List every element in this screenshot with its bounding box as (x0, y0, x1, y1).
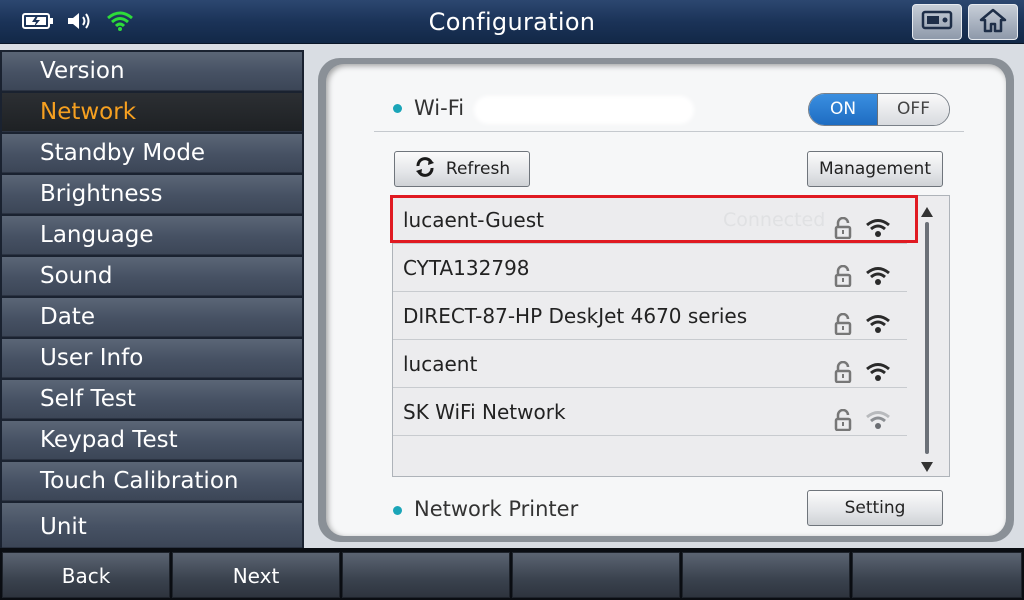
wifi-label: Wi-Fi (414, 96, 465, 120)
sidebar-item-standby-mode[interactable]: Standby Mode (2, 134, 302, 173)
sidebar-item-touch-calibration[interactable]: Touch Calibration (2, 462, 302, 501)
scroll-up-icon[interactable] (920, 203, 934, 222)
sidebar-item-sound[interactable]: Sound (2, 257, 302, 296)
title-bar: Configuration (0, 0, 1024, 44)
refresh-button[interactable]: Refresh (394, 151, 530, 187)
sidebar-item-language[interactable]: Language (2, 216, 302, 255)
network-ssid: DIRECT-87-HP DeskJet 4670 series (403, 304, 748, 328)
network-printer-label: Network Printer (414, 497, 579, 521)
scrollbar[interactable] (917, 197, 947, 475)
screen-capture-icon (921, 8, 953, 36)
divider (374, 131, 964, 132)
sidebar-item-network[interactable]: Network (2, 93, 302, 132)
wifi-toggle-on[interactable]: ON (809, 94, 879, 125)
home-button[interactable] (968, 4, 1018, 40)
network-ssid: SK WiFi Network (403, 400, 566, 424)
screen-capture-button[interactable] (912, 4, 962, 40)
footer-button-4[interactable] (512, 552, 680, 598)
network-ssid: lucaent (403, 352, 478, 376)
scrollbar-thumb[interactable] (925, 222, 929, 454)
wifi-toggle-off[interactable]: OFF (878, 94, 949, 125)
sidebar-item-brightness[interactable]: Brightness (2, 175, 302, 214)
wifi-weak-icon (865, 400, 891, 448)
network-printer-bullet (393, 506, 402, 515)
management-button[interactable]: Management (807, 151, 943, 187)
lock-icon (833, 400, 853, 448)
sidebar-item-date[interactable]: Date (2, 298, 302, 337)
sidebar-item-unit[interactable]: Unit (2, 503, 302, 548)
setting-button[interactable]: Setting (807, 490, 943, 526)
sidebar-item-keypad-test[interactable]: Keypad Test (2, 421, 302, 460)
network-ssid: CYTA132798 (403, 256, 530, 280)
wifi-toggle[interactable]: ON OFF (808, 93, 950, 126)
home-icon (979, 7, 1007, 37)
sidebar: Version Network Standby Mode Brightness … (0, 50, 304, 548)
scroll-down-icon[interactable] (920, 458, 934, 477)
sidebar-item-self-test[interactable]: Self Test (2, 380, 302, 419)
wifi-bullet (393, 104, 402, 113)
footer-button-5[interactable] (682, 552, 850, 598)
sidebar-item-user-info[interactable]: User Info (2, 339, 302, 378)
redacted-area (474, 96, 694, 124)
footer-button-6[interactable] (852, 552, 1022, 598)
next-button[interactable]: Next (172, 552, 340, 598)
selected-network-highlight (390, 195, 918, 243)
back-button[interactable]: Back (2, 552, 170, 598)
network-row[interactable]: CYTA132798 (393, 244, 907, 292)
network-row[interactable]: lucaent (393, 340, 907, 388)
page-title: Configuration (428, 8, 596, 36)
refresh-icon (414, 156, 436, 182)
sidebar-item-version[interactable]: Version (2, 52, 302, 91)
footer-button-3[interactable] (342, 552, 510, 598)
network-row[interactable]: DIRECT-87-HP DeskJet 4670 series (393, 292, 907, 340)
network-row[interactable]: SK WiFi Network (393, 388, 907, 436)
